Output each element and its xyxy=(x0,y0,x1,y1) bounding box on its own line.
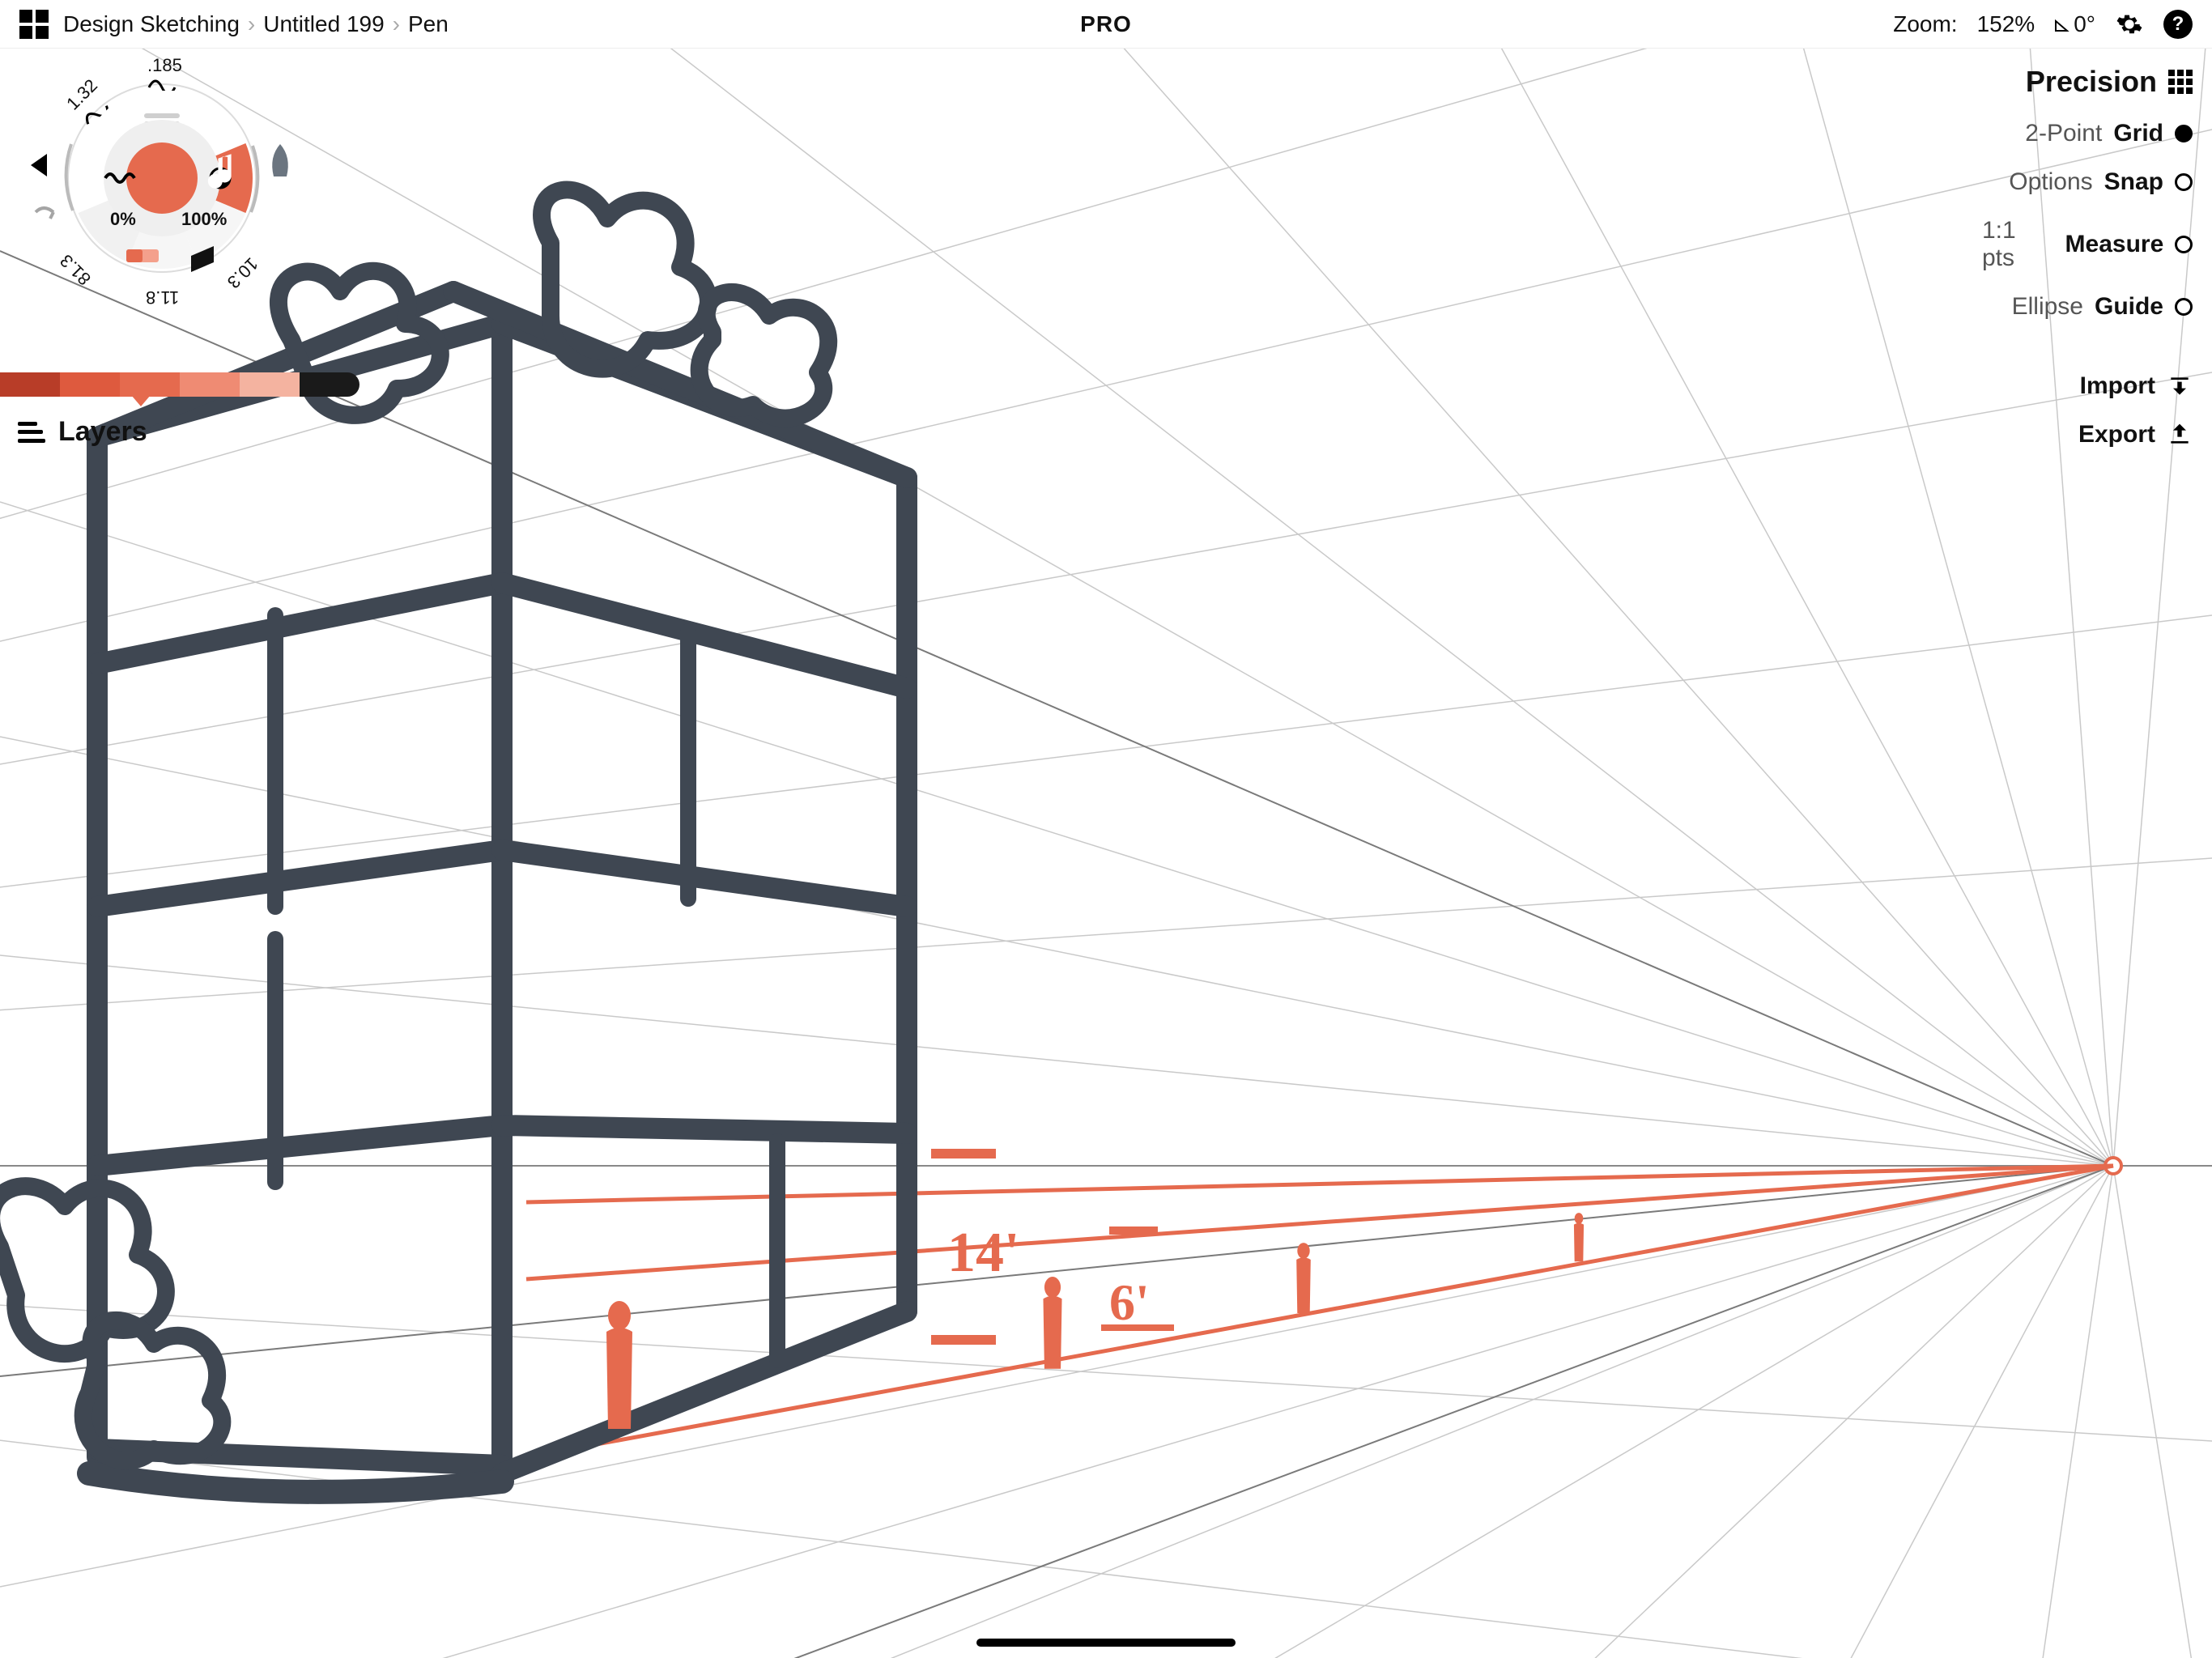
opacity-right: 100% xyxy=(181,209,227,230)
row-snap[interactable]: Options Snap xyxy=(2009,168,2193,196)
color-palette[interactable] xyxy=(0,372,359,397)
crumb-app[interactable]: Design Sketching xyxy=(63,11,240,37)
zoom-value[interactable]: 152% xyxy=(1977,11,2035,37)
import-icon xyxy=(2167,373,2193,399)
row-measure[interactable]: 1:1 pts Measure xyxy=(1982,217,2193,272)
help-button[interactable]: ? xyxy=(2163,10,2193,39)
crumb-doc[interactable]: Untitled 199 xyxy=(263,11,384,37)
grid-dots-icon xyxy=(2168,70,2193,94)
settings-button[interactable] xyxy=(2115,10,2144,39)
import-button[interactable]: Import xyxy=(2080,372,2193,400)
canvas[interactable]: 14' 6' xyxy=(0,49,2212,1658)
swatch-5[interactable] xyxy=(240,372,300,397)
export-icon xyxy=(2167,422,2193,448)
scale-guides xyxy=(526,1166,2113,1457)
swatch-3[interactable] xyxy=(120,372,180,397)
layers-button[interactable]: Layers xyxy=(18,416,147,448)
annotation-14ft: 14' xyxy=(947,1222,1019,1284)
palette-marker-icon xyxy=(131,395,151,406)
breadcrumb: Design Sketching › Untitled 199 › Pen xyxy=(63,11,449,37)
radio-empty-icon[interactable] xyxy=(2175,298,2193,316)
swatch-2[interactable] xyxy=(60,372,120,397)
crumb-tool[interactable]: Pen xyxy=(408,11,449,37)
squiggle-icon xyxy=(147,76,180,91)
swatch-6[interactable] xyxy=(300,372,359,397)
layers-icon xyxy=(18,422,45,443)
scale-figures xyxy=(606,1213,1584,1429)
chevron-right-icon: › xyxy=(248,11,255,37)
redo-arrow-icon[interactable] xyxy=(28,201,60,233)
swatch-4[interactable] xyxy=(180,372,240,397)
pro-badge[interactable]: PRO xyxy=(1080,11,1132,37)
tool-wheel[interactable]: .185 1.32 81.3 11.8 10.3 0% 100% xyxy=(49,65,275,291)
pen-tool-icon[interactable] xyxy=(266,141,298,181)
swatch-1[interactable] xyxy=(0,372,60,397)
top-bar: Design Sketching › Untitled 199 › Pen PR… xyxy=(0,0,2212,49)
radio-filled-icon[interactable] xyxy=(2175,125,2193,142)
precision-panel: Precision 2-Point Grid Options Snap 1:1 … xyxy=(1982,65,2193,449)
radio-empty-icon[interactable] xyxy=(2175,236,2193,253)
chevron-right-icon: › xyxy=(393,11,400,37)
opacity-left: 0% xyxy=(110,209,136,230)
home-indicator xyxy=(976,1639,1236,1647)
row-guide[interactable]: Ellipse Guide xyxy=(2012,293,2193,321)
canvas-svg: 14' 6' xyxy=(0,49,2212,1658)
angle-value[interactable]: 0° xyxy=(2054,11,2095,37)
app-menu-icon[interactable] xyxy=(19,10,49,39)
layers-label: Layers xyxy=(58,416,147,448)
help-icon: ? xyxy=(2172,13,2184,36)
row-grid[interactable]: 2-Point Grid xyxy=(2025,120,2193,147)
gear-icon xyxy=(2116,11,2143,38)
wheel-top-value: .185 xyxy=(147,55,182,76)
export-button[interactable]: Export xyxy=(2078,421,2193,449)
precision-header[interactable]: Precision xyxy=(2026,65,2193,99)
radio-empty-icon[interactable] xyxy=(2175,173,2193,191)
color-swatch-center[interactable] xyxy=(126,142,198,214)
undo-arrow-icon[interactable] xyxy=(24,149,57,181)
wheel-b-value: 11.8 xyxy=(146,287,179,308)
annotation-6ft: 6' xyxy=(1109,1273,1150,1331)
angle-icon xyxy=(2054,16,2070,32)
building-sketch xyxy=(89,291,907,1492)
zoom-label: Zoom: xyxy=(1893,11,1957,37)
